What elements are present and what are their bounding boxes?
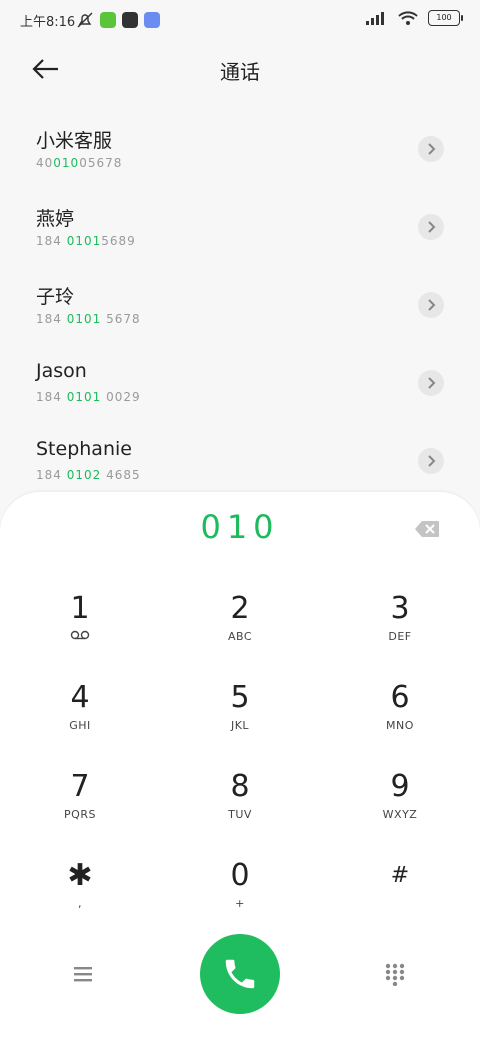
- dialpad-sheet: 010 1 2 ABC 3 DEF 4 GHI 5 JKL 6 MNO 7 PQ…: [0, 492, 480, 1040]
- dial-key-6[interactable]: 6 MNO: [340, 681, 460, 761]
- dial-key-8[interactable]: 8 TUV: [180, 770, 300, 850]
- chevron-right-icon: [428, 299, 436, 311]
- voicemail-icon: [70, 630, 90, 640]
- chevron-right-icon: [428, 143, 436, 155]
- do-not-disturb-icon: [77, 12, 93, 28]
- wechat-app-icon: [100, 12, 116, 28]
- call-button[interactable]: [200, 934, 280, 1014]
- status-bar: 上午8:16 100: [0, 0, 480, 42]
- contact-name: 小米客服: [36, 130, 113, 152]
- header: 通话: [0, 46, 480, 92]
- list-item[interactable]: 小米客服 4001005678: [0, 110, 480, 188]
- dial-key-hash[interactable]: #: [340, 859, 460, 939]
- key-digit: 4: [70, 680, 90, 715]
- key-digit: 3: [390, 591, 410, 626]
- contact-name: Stephanie: [36, 438, 132, 460]
- contact-number: 184 0101 5678: [36, 312, 141, 326]
- chevron-right-icon: [428, 455, 436, 467]
- key-digit: 1: [70, 591, 90, 626]
- contact-detail-button[interactable]: [418, 448, 444, 474]
- key-letters: +: [235, 897, 245, 910]
- dial-key-9[interactable]: 9 WXYZ: [340, 770, 460, 850]
- key-letters: DEF: [388, 630, 412, 643]
- dial-key-0[interactable]: 0 +: [180, 859, 300, 939]
- page-title: 通话: [220, 60, 260, 84]
- dial-key-7[interactable]: 7 PQRS: [20, 770, 140, 850]
- contact-detail-button[interactable]: [418, 370, 444, 396]
- dialpad-grid-icon: [385, 963, 405, 987]
- key-letters: ,: [78, 897, 82, 910]
- miui-app-icon: [144, 12, 160, 28]
- gallery-app-icon: [122, 12, 138, 28]
- key-letters: PQRS: [64, 808, 96, 821]
- chevron-right-icon: [428, 377, 436, 389]
- key-letters: JKL: [230, 719, 250, 732]
- key-letters: TUV: [228, 808, 252, 821]
- status-app-icons: [76, 12, 160, 28]
- list-item[interactable]: 燕婷 184 01015689: [0, 188, 480, 266]
- list-item[interactable]: Jason 184 0101 0029: [0, 344, 480, 422]
- list-item[interactable]: Stephanie 184 0102 4685: [0, 422, 480, 500]
- dial-key-2[interactable]: 2 ABC: [180, 592, 300, 672]
- contact-number: 184 0101 0029: [36, 390, 141, 404]
- dial-key-3[interactable]: 3 DEF: [340, 592, 460, 672]
- status-right: 100: [366, 10, 463, 26]
- battery-indicator: 100: [428, 10, 463, 26]
- status-time: 上午8:16: [20, 15, 76, 30]
- contact-number: 184 01015689: [36, 234, 136, 248]
- contact-name: 燕婷: [36, 208, 75, 230]
- contact-detail-button[interactable]: [418, 136, 444, 162]
- key-digit: 8: [230, 769, 250, 804]
- signal-icon: [366, 12, 384, 25]
- list-item[interactable]: 子玲 184 0101 5678: [0, 266, 480, 344]
- dial-key-1[interactable]: 1: [20, 592, 140, 672]
- backspace-icon: [415, 521, 439, 537]
- key-digit: ✱: [67, 858, 93, 893]
- dialpad-bottom-bar: [0, 934, 480, 1018]
- contact-detail-button[interactable]: [418, 292, 444, 318]
- contact-name: 子玲: [36, 286, 75, 308]
- dial-key-5[interactable]: 5 JKL: [180, 681, 300, 761]
- key-letters: GHI: [69, 719, 91, 732]
- key-digit: 6: [390, 680, 410, 715]
- phone-icon: [225, 959, 255, 989]
- contact-name: Jason: [36, 360, 87, 382]
- wifi-icon: [398, 11, 418, 25]
- key-letters: WXYZ: [382, 808, 418, 821]
- key-letters: ABC: [227, 630, 253, 643]
- key-digit: #: [390, 863, 410, 888]
- contact-number: 4001005678: [36, 156, 123, 170]
- key-digit: 7: [70, 769, 90, 804]
- dial-key-4[interactable]: 4 GHI: [20, 681, 140, 761]
- menu-button[interactable]: [72, 964, 96, 984]
- key-letters: MNO: [386, 719, 414, 732]
- chevron-right-icon: [428, 221, 436, 233]
- key-digit: 0: [230, 858, 250, 893]
- contact-number: 184 0102 4685: [36, 468, 141, 482]
- backspace-button[interactable]: [414, 520, 440, 538]
- menu-icon: [74, 967, 92, 982]
- collapse-keypad-button[interactable]: [384, 962, 406, 987]
- contact-detail-button[interactable]: [418, 214, 444, 240]
- key-digit: 9: [390, 769, 410, 804]
- key-digit: 5: [230, 680, 250, 715]
- dial-key-star[interactable]: ✱ ,: [20, 859, 140, 939]
- key-digit: 2: [230, 591, 250, 626]
- dialed-number-display[interactable]: 010: [0, 508, 480, 546]
